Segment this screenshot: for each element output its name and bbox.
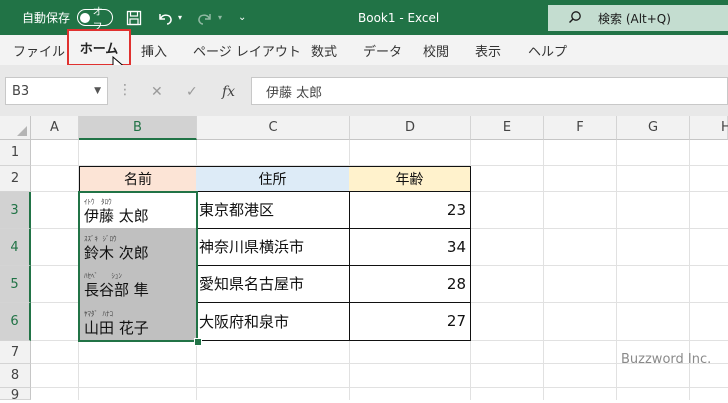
header-cell-age[interactable]: 年齢 (349, 166, 471, 192)
name-box-dropdown-icon[interactable]: ▼ (94, 86, 101, 96)
name-cell[interactable]: ｽｽﾞｷ ｼﾞﾛｳ 鈴木 次郎 (79, 228, 197, 266)
customize-toolbar-icon[interactable]: ⌄ (238, 0, 246, 35)
column-header-h[interactable]: H (690, 116, 728, 140)
column-header-e[interactable]: E (471, 116, 544, 140)
row-header-9[interactable]: 9 (0, 388, 31, 403)
column-header-c[interactable]: C (197, 116, 350, 140)
undo-dropdown-icon[interactable]: ▾ (178, 0, 182, 35)
age-cell[interactable]: 34 (349, 228, 471, 266)
formula-input[interactable]: 伊藤 太郎 (251, 77, 728, 105)
column-header-b[interactable]: B (79, 116, 197, 140)
tab-review[interactable]: 校閲 (423, 35, 449, 65)
furigana: ｽｽﾞｷ ｼﾞﾛｳ (84, 235, 117, 243)
column-header-a[interactable]: A (31, 116, 79, 140)
header-cell-address[interactable]: 住所 (196, 166, 350, 192)
insert-function-icon[interactable]: fx (222, 84, 235, 100)
tab-view[interactable]: 表示 (475, 35, 501, 65)
gridline (31, 387, 728, 388)
fill-handle[interactable] (194, 338, 202, 346)
select-all-button[interactable] (0, 116, 31, 140)
autosave-label: 自動保存 (22, 11, 71, 25)
formula-content: 伊藤 太郎 (266, 85, 323, 101)
tab-formulas[interactable]: 数式 (311, 35, 337, 65)
cancel-icon[interactable]: ✕ (151, 84, 163, 100)
column-header-f[interactable]: F (544, 116, 617, 140)
address-cell[interactable]: 愛知県名古屋市 (196, 265, 350, 303)
redo-dropdown-icon[interactable]: ▾ (218, 0, 222, 35)
toggle-knob-icon (80, 12, 90, 23)
redo-icon[interactable] (196, 0, 214, 35)
tab-data[interactable]: データ (363, 35, 402, 65)
name-text: 長谷部 隼 (84, 281, 149, 299)
row-header-3[interactable]: 3 (0, 192, 31, 229)
tab-page-layout[interactable]: ページ レイアウト (193, 35, 301, 65)
row-header-7[interactable]: 7 (0, 341, 31, 364)
tab-insert[interactable]: 挿入 (141, 35, 167, 65)
name-cell[interactable]: ｲﾄｳ ﾀﾛｳ 伊藤 太郎 (79, 191, 197, 229)
name-box[interactable]: B3 ▼ (5, 77, 108, 105)
autosave-state: オフ (92, 6, 103, 33)
header-cell-name[interactable]: 名前 (79, 166, 197, 192)
age-cell[interactable]: 23 (349, 191, 471, 229)
tab-file[interactable]: ファイル (13, 35, 65, 65)
row-header-2[interactable]: 2 (0, 166, 31, 192)
furigana: ﾔﾏﾀﾞ ﾊﾅｺ (84, 310, 113, 318)
address-cell[interactable]: 神奈川県横浜市 (196, 228, 350, 266)
search-icon (568, 10, 582, 28)
gridline (543, 140, 544, 400)
age-cell[interactable]: 27 (349, 302, 471, 341)
name-box-value: B3 (12, 83, 30, 99)
furigana: ｲﾄｳ ﾀﾛｳ (84, 198, 112, 206)
more-options-icon[interactable]: ⋮ (118, 82, 132, 98)
column-header-g[interactable]: G (617, 116, 690, 140)
row-header-1[interactable]: 1 (0, 140, 31, 166)
name-text: 鈴木 次郎 (84, 244, 149, 262)
row-header-4[interactable]: 4 (0, 229, 31, 266)
gridline (616, 140, 617, 400)
watermark: Buzzword Inc. (621, 352, 712, 367)
address-cell[interactable]: 東京都港区 (196, 191, 350, 229)
search-placeholder: 検索 (Alt+Q) (598, 11, 671, 26)
row-header-5[interactable]: 5 (0, 266, 31, 303)
column-header-d[interactable]: D (350, 116, 471, 140)
row-header-8[interactable]: 8 (0, 364, 31, 388)
search-box[interactable]: 検索 (Alt+Q) (548, 5, 728, 31)
name-cell[interactable]: ﾊｾﾍﾞ ｼｭﾝ 長谷部 隼 (79, 265, 197, 303)
name-cell[interactable]: ﾔﾏﾀﾞ ﾊﾅｺ 山田 花子 (79, 302, 197, 341)
name-text: 伊藤 太郎 (84, 207, 149, 225)
enter-icon[interactable]: ✓ (186, 84, 198, 100)
furigana: ﾊｾﾍﾞ ｼｭﾝ (84, 272, 122, 280)
tab-help[interactable]: ヘルプ (528, 35, 567, 65)
window-title: Book1 - Excel (358, 10, 440, 25)
address-cell[interactable]: 大阪府和泉市 (196, 302, 350, 341)
undo-icon[interactable] (156, 0, 174, 35)
row-header-6[interactable]: 6 (0, 303, 31, 341)
name-text: 山田 花子 (84, 319, 149, 337)
age-cell[interactable]: 28 (349, 265, 471, 303)
